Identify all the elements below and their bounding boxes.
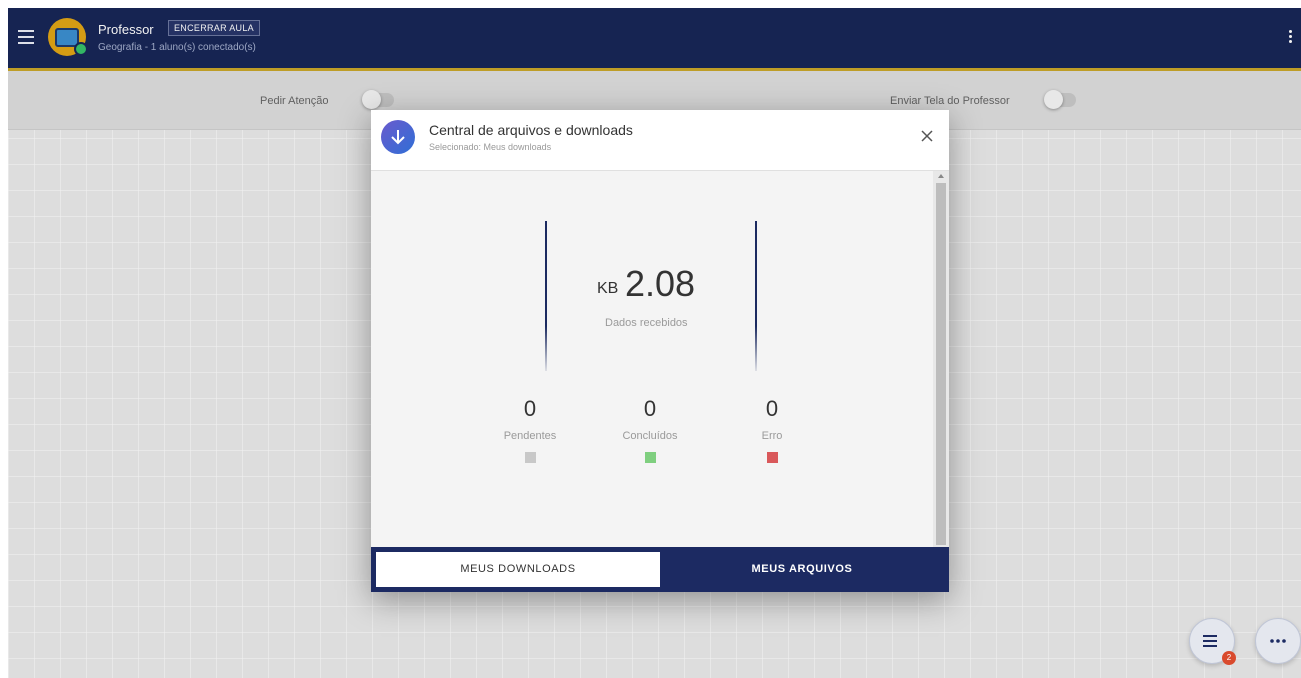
modal-subtitle: Selecionado: Meus downloads bbox=[429, 142, 552, 152]
list-icon bbox=[1203, 635, 1217, 647]
received-unit: KB bbox=[597, 280, 619, 297]
scroll-thumb[interactable] bbox=[936, 183, 946, 545]
stat-pending: 0 Pendentes bbox=[470, 396, 590, 463]
completed-count: 0 bbox=[643, 396, 657, 421]
pending-color-square bbox=[524, 452, 536, 463]
divider-right bbox=[755, 221, 757, 371]
error-label: Erro bbox=[761, 430, 783, 442]
modal-body: KB 2.08 Dados recebidos 0 Pendentes 0 Co… bbox=[371, 171, 933, 547]
stat-completed: 0 Concluídos bbox=[590, 396, 710, 463]
error-color-square bbox=[766, 452, 778, 463]
modal-scrollbar[interactable] bbox=[933, 171, 949, 547]
modal-title: Central de arquivos e downloads bbox=[429, 122, 633, 138]
notification-badge: 2 bbox=[1222, 651, 1236, 665]
completed-color-square bbox=[644, 452, 656, 463]
close-icon[interactable] bbox=[919, 128, 935, 144]
download-icon bbox=[381, 120, 415, 154]
divider-left bbox=[545, 221, 547, 371]
completed-label: Concluídos bbox=[622, 430, 678, 442]
tab-my-files[interactable]: MEUS ARQUIVOS bbox=[660, 552, 944, 587]
error-count: 0 bbox=[765, 396, 779, 421]
stat-error: 0 Erro bbox=[712, 396, 832, 463]
downloads-modal: Central de arquivos e downloads Selecion… bbox=[371, 110, 949, 592]
received-value: 2.08 bbox=[625, 263, 696, 304]
pending-count: 0 bbox=[523, 396, 537, 421]
received-caption: Dados recebidos bbox=[605, 317, 688, 329]
more-horizontal-icon bbox=[1270, 639, 1286, 643]
tab-my-downloads[interactable]: MEUS DOWNLOADS bbox=[376, 552, 660, 587]
pending-label: Pendentes bbox=[503, 430, 557, 442]
modal-header: Central de arquivos e downloads Selecion… bbox=[371, 110, 949, 171]
list-fab-button[interactable]: 2 bbox=[1189, 618, 1236, 665]
modal-footer-tabs: MEUS DOWNLOADS MEUS ARQUIVOS bbox=[371, 547, 949, 592]
scroll-up-arrow-icon[interactable] bbox=[938, 174, 944, 178]
more-options-fab-button[interactable] bbox=[1255, 618, 1301, 664]
